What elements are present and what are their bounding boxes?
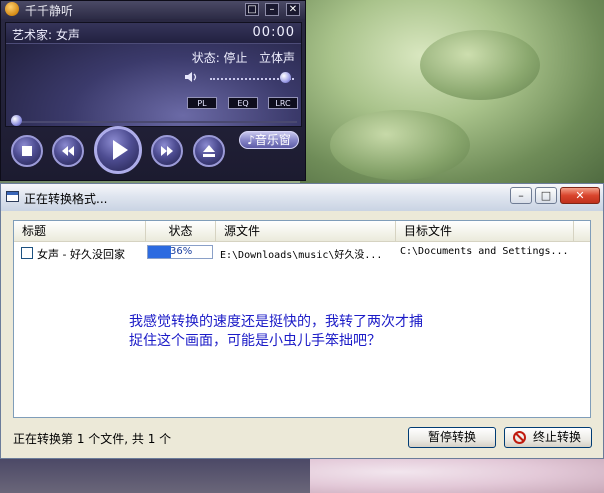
column-header-source[interactable]: 源文件 [216, 221, 396, 241]
wallpaper-lotus-pad [420, 30, 540, 100]
file-list[interactable]: 标题 状态 源文件 目标文件 女声 - 好久没回家 36% E:\Downloa… [13, 220, 591, 418]
music-window-button[interactable]: ♪音乐窗 [239, 131, 299, 149]
desktop-wallpaper-lower-left [0, 458, 310, 493]
dialog-title: 正在转换格式... [24, 192, 108, 206]
row-title: 女声 - 好久没回家 [37, 248, 125, 261]
player-title: 千千静听 [25, 4, 74, 18]
artist-label: 艺术家: 女声 [12, 28, 80, 42]
conversion-status: 正在转换第 1 个文件, 共 1 个 [13, 432, 172, 446]
table-row[interactable]: 女声 - 好久没回家 36% E:\Downloads\music\好久没...… [14, 244, 590, 262]
previous-button[interactable] [52, 135, 84, 167]
playback-status: 状态: 停止 立体声 [191, 51, 295, 65]
row-target: C:\Documents and Settings... [400, 246, 569, 257]
row-progress-bar: 36% [147, 245, 213, 259]
desktop-wallpaper-lower-right [310, 458, 604, 493]
eject-icon [203, 145, 215, 157]
column-header-status[interactable]: 状态 [146, 221, 216, 241]
player-titlebar[interactable]: 千千静听 □ – ✕ [1, 1, 305, 19]
player-logo-icon [5, 2, 19, 16]
column-header-target[interactable]: 目标文件 [396, 221, 574, 241]
equalizer-button[interactable]: EQ [228, 97, 258, 109]
stop-sign-icon [513, 431, 526, 444]
lyrics-button[interactable]: LRC [268, 97, 298, 109]
seek-bar-handle[interactable] [11, 115, 22, 126]
playlist-button[interactable]: PL [187, 97, 217, 109]
column-header-title[interactable]: 标题 [14, 221, 146, 241]
player-display: 艺术家: 女声 00:00 状态: 停止 立体声 PL EQ LRC [5, 22, 302, 127]
music-player-window: 千千静听 □ – ✕ 艺术家: 女声 00:00 状态: 停止 立体声 PL E… [0, 0, 306, 181]
player-minimize-button[interactable]: – [265, 3, 279, 16]
annotation-text: 我感觉转换的速度还是挺快的，我转了两次才捕 捉住这个画面，可能是小虫儿手笨拙吧？ [129, 314, 423, 349]
pause-button[interactable]: 暂停转换 [408, 427, 496, 448]
conversion-dialog: 正在转换格式... – □ ✕ 标题 状态 源文件 目标文件 女声 - 好久没回… [0, 183, 604, 459]
player-restore-button[interactable]: □ [245, 3, 259, 16]
close-button[interactable]: ✕ [560, 187, 600, 204]
window-icon [6, 191, 19, 202]
eject-button[interactable] [193, 135, 225, 167]
play-icon [113, 140, 128, 160]
volume-icon[interactable] [184, 71, 200, 87]
row-checkbox[interactable] [21, 247, 33, 259]
play-button[interactable] [94, 126, 142, 174]
row-source: E:\Downloads\music\好久没... [220, 250, 383, 261]
next-icon [161, 146, 173, 156]
prev-icon [62, 146, 74, 156]
minimize-button[interactable]: – [510, 187, 532, 204]
list-header: 标题 状态 源文件 目标文件 [14, 221, 590, 242]
artist-bar: 艺术家: 女声 00:00 [6, 23, 301, 44]
player-close-button[interactable]: ✕ [286, 3, 300, 16]
row-progress-fill [148, 246, 171, 258]
stop-conversion-label: 终止转换 [532, 430, 581, 444]
maximize-button[interactable]: □ [535, 187, 557, 204]
stop-button[interactable] [11, 135, 43, 167]
seek-bar[interactable] [11, 121, 297, 123]
dialog-titlebar[interactable]: 正在转换格式... – □ ✕ [1, 184, 603, 211]
row-progress-text: 36% [170, 246, 193, 257]
wallpaper-lotus-pad [330, 110, 470, 180]
time-display: 00:00 [252, 25, 295, 40]
stop-icon [22, 146, 32, 156]
volume-slider-handle[interactable] [280, 72, 291, 83]
next-button[interactable] [151, 135, 183, 167]
stop-conversion-button[interactable]: 终止转换 [504, 427, 592, 448]
